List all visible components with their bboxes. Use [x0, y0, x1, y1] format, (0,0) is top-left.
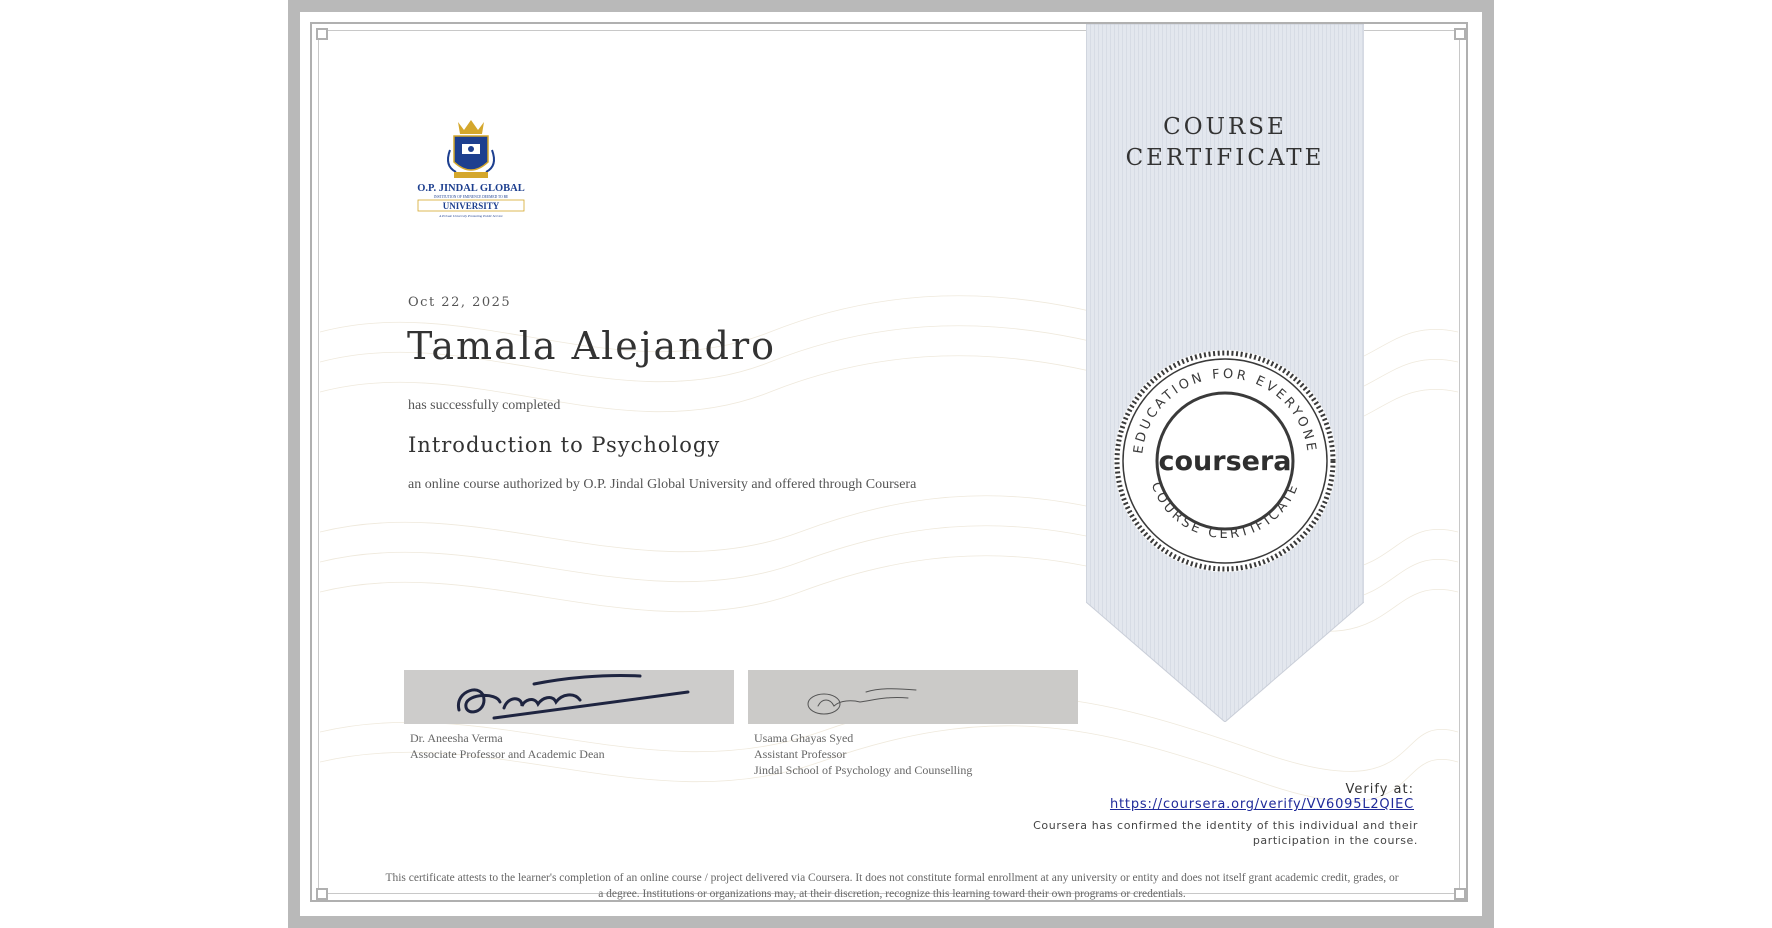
signatory-1: Dr. Aneesha Verma Associate Professor an…	[410, 730, 605, 762]
verify-block: Verify at: https://coursera.org/verify/V…	[1110, 782, 1414, 812]
logo-tagline: A Private University Promoting Public Se…	[438, 214, 503, 218]
signatory-1-title: Associate Professor and Academic Dean	[410, 747, 605, 761]
signatory-1-name: Dr. Aneesha Verma	[410, 731, 503, 745]
certificate-sheet: O.P. JINDAL GLOBAL INSTITUTION OF EMINEN…	[300, 12, 1482, 916]
signatory-2-name: Usama Ghayas Syed	[754, 731, 854, 745]
authorization-statement: an online course authorized by O.P. Jind…	[408, 477, 917, 492]
corner-ornament-top-left	[316, 28, 328, 40]
signature-image-1	[404, 670, 734, 724]
certificate-disclaimer: This certificate attests to the learner'…	[336, 870, 1448, 902]
ribbon-title-line1: COURSE	[1163, 114, 1287, 140]
verify-link[interactable]: https://coursera.org/verify/VV6095L2QIEC	[1110, 797, 1414, 812]
signatory-2-title: Assistant Professor	[754, 747, 847, 761]
completion-statement: has successfully completed	[408, 398, 561, 413]
recipient-name: Tamala Alejandro	[407, 324, 776, 368]
coursera-wordmark: coursera	[1158, 446, 1291, 477]
identity-confirmation: Coursera has confirmed the identity of t…	[998, 818, 1418, 848]
signatory-2: Usama Ghayas Syed Assistant Professor Ji…	[754, 730, 972, 778]
signature-image-2	[748, 670, 1078, 724]
corner-ornament-bottom-right	[1454, 888, 1466, 900]
crest-icon	[447, 120, 495, 178]
disclaimer-line2: a degree. Institutions or organizations …	[598, 888, 1186, 900]
ribbon-title: COURSE CERTIFICATE	[1086, 112, 1364, 174]
ribbon-title-line2: CERTIFICATE	[1125, 145, 1325, 171]
certificate-page: O.P. JINDAL GLOBAL INSTITUTION OF EMINEN…	[288, 0, 1494, 928]
signatory-2-org: Jindal School of Psychology and Counsell…	[754, 763, 973, 777]
issue-date: Oct 22, 2025	[408, 295, 512, 310]
corner-ornament-bottom-left	[316, 888, 328, 900]
logo-subtitle: INSTITUTION OF EMINENCE DEEMED TO BE	[434, 195, 509, 199]
coursera-seal: EDUCATION FOR EVERYONE COURSE CERTIFICAT…	[1114, 350, 1336, 572]
disclaimer-line1: This certificate attests to the learner'…	[385, 872, 1399, 884]
corner-ornament-top-right	[1454, 28, 1466, 40]
university-logo: O.P. JINDAL GLOBAL INSTITUTION OF EMINEN…	[417, 120, 525, 218]
identity-confirmation-line1: Coursera has confirmed the identity of t…	[1033, 819, 1418, 832]
logo-university: UNIVERSITY	[443, 201, 500, 211]
logo-wordmark: O.P. JINDAL GLOBAL	[417, 183, 525, 194]
identity-confirmation-line2: participation in the course.	[1252, 834, 1418, 847]
course-title: Introduction to Psychology	[408, 433, 721, 457]
verify-label: Verify at:	[1345, 782, 1414, 797]
